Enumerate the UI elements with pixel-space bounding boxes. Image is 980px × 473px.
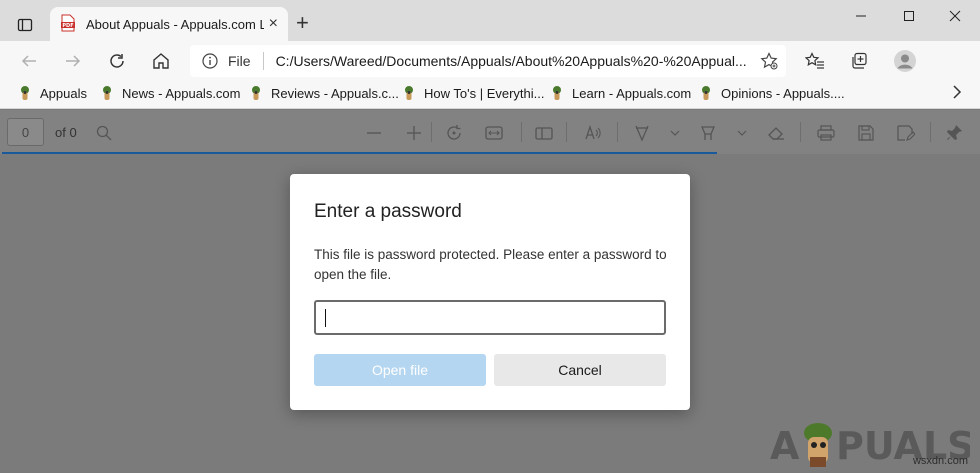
file-label: File (228, 53, 251, 69)
password-input[interactable] (314, 300, 666, 335)
bookmark-label: Learn - Appuals.com (572, 85, 692, 101)
bookmark-news[interactable]: News - Appuals.com (100, 85, 241, 101)
svg-text:PDF: PDF (62, 23, 73, 29)
back-icon[interactable] (16, 48, 42, 74)
search-icon[interactable] (93, 122, 115, 144)
close-window-icon[interactable] (932, 6, 978, 26)
page-view-icon[interactable] (533, 122, 555, 144)
title-bar: PDF About Appuals - Appuals.com Lo × + (0, 0, 980, 41)
tab-close-icon[interactable]: × (269, 16, 278, 32)
pdf-toolbar: 0 of 0 (0, 110, 980, 154)
bookmark-label: Appuals (40, 85, 87, 101)
zoom-in-icon[interactable] (403, 122, 425, 144)
page-number-input[interactable]: 0 (7, 118, 44, 146)
appuals-favicon (252, 86, 260, 100)
bookmark-label: News - Appuals.com (122, 85, 241, 101)
cancel-button[interactable]: Cancel (494, 354, 666, 386)
toolbar-divider (521, 122, 522, 142)
tab-title: About Appuals - Appuals.com Lo (86, 16, 264, 32)
draw-icon[interactable] (631, 122, 653, 144)
address-divider (262, 52, 264, 70)
toolbar-divider (431, 122, 432, 142)
url-text[interactable]: C:/Users/Wareed/Documents/Appuals/About%… (276, 53, 748, 69)
rotate-icon[interactable] (443, 122, 465, 144)
save-as-icon[interactable] (895, 122, 917, 144)
tab-actions-icon[interactable] (12, 12, 38, 38)
appuals-favicon (702, 86, 710, 100)
bookmarks-bar: Appuals News - Appuals.com Reviews - App… (0, 79, 980, 109)
new-tab-button[interactable]: + (296, 12, 309, 34)
minimize-icon[interactable] (838, 6, 884, 26)
chevron-down-icon[interactable] (664, 122, 686, 144)
watermark-site: wsxdn.com (912, 455, 968, 467)
dialog-title: Enter a password (314, 201, 462, 222)
pdf-icon: PDF (60, 14, 76, 35)
toolbar-divider (930, 122, 931, 142)
forward-icon[interactable] (60, 48, 86, 74)
password-dialog: Enter a password This file is password p… (290, 174, 690, 410)
profile-avatar[interactable] (892, 48, 918, 74)
page-count: of 0 (55, 125, 77, 140)
dialog-message: This file is password protected. Please … (314, 247, 667, 282)
read-aloud-icon[interactable] (582, 122, 604, 144)
appuals-favicon (103, 86, 111, 100)
highlight-icon[interactable] (697, 122, 719, 144)
bookmark-learn[interactable]: Learn - Appuals.com (550, 85, 691, 101)
print-icon[interactable] (815, 122, 837, 144)
toolbar-divider (617, 122, 618, 142)
bookmark-label: Reviews - Appuals.c... (271, 85, 399, 101)
eraser-icon[interactable] (765, 122, 787, 144)
chevron-right-icon[interactable] (952, 85, 962, 104)
appuals-favicon (405, 86, 413, 100)
svg-text:A: A (770, 424, 800, 468)
save-icon[interactable] (855, 122, 877, 144)
fit-to-page-icon[interactable] (483, 122, 505, 144)
bookmark-label: How To's | Everythi... (424, 85, 545, 101)
appuals-favicon (21, 86, 29, 100)
refresh-icon[interactable] (104, 48, 130, 74)
open-file-button[interactable]: Open file (314, 354, 486, 386)
browser-tab[interactable]: PDF About Appuals - Appuals.com Lo × (50, 7, 288, 41)
toolbar-divider (566, 122, 567, 142)
bookmark-reviews[interactable]: Reviews - Appuals.c... (249, 85, 399, 101)
text-cursor (325, 309, 326, 327)
info-icon[interactable] (202, 53, 218, 69)
bookmark-howtos[interactable]: How To's | Everythi... (402, 85, 545, 101)
add-favorite-icon[interactable] (760, 52, 778, 70)
bookmark-opinions[interactable]: Opinions - Appuals.... (699, 85, 845, 101)
bookmark-label: Opinions - Appuals.... (721, 85, 845, 101)
home-icon[interactable] (148, 48, 174, 74)
navigation-bar: File C:/Users/Wareed/Documents/Appuals/A… (0, 41, 980, 79)
address-bar[interactable]: File C:/Users/Wareed/Documents/Appuals/A… (190, 45, 786, 77)
collections-icon[interactable] (846, 48, 872, 74)
maximize-icon[interactable] (886, 6, 932, 26)
toolbar-divider (800, 122, 801, 142)
appuals-favicon (553, 86, 561, 100)
zoom-out-icon[interactable] (363, 122, 385, 144)
pin-icon[interactable] (944, 122, 966, 144)
chevron-down-icon[interactable] (731, 122, 753, 144)
favorites-icon[interactable] (802, 48, 828, 74)
bookmark-appuals[interactable]: Appuals (18, 85, 87, 101)
